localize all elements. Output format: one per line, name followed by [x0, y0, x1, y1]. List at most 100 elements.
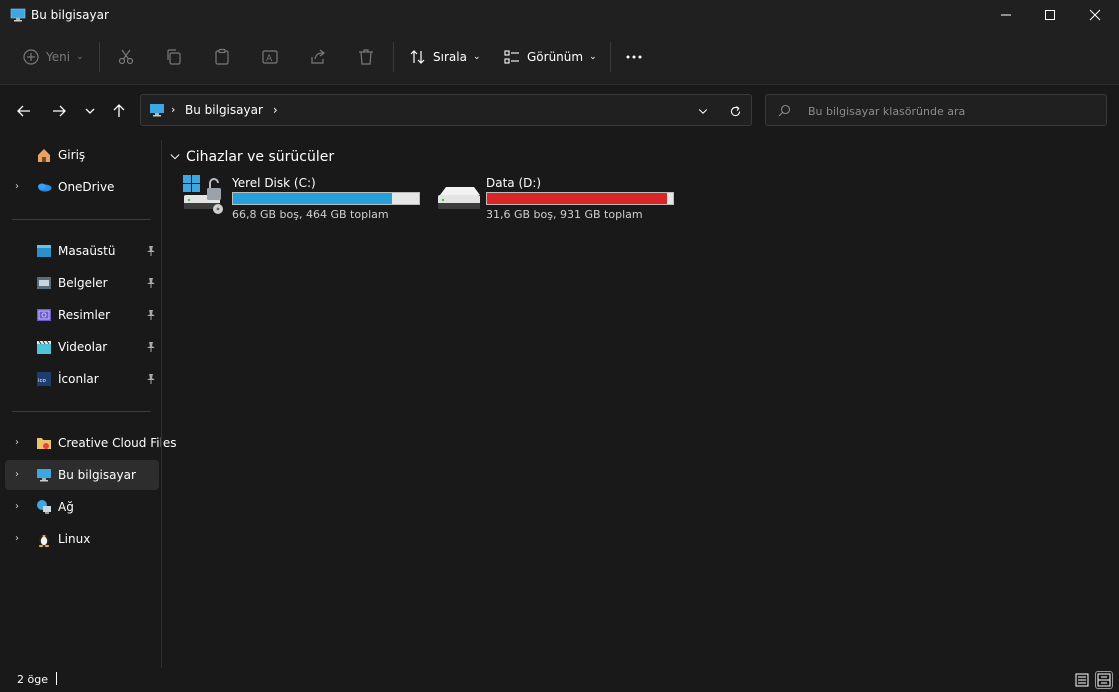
share-icon [311, 49, 325, 64]
chevron-down-icon: ⌄ [589, 52, 597, 62]
status-separator [56, 672, 57, 685]
minimize-button[interactable] [983, 0, 1029, 30]
onedrive-icon [38, 183, 52, 192]
main-content: Cihazlar ve sürücüler Yerel Disk (C:) 66… [162, 137, 1119, 667]
search-input[interactable] [806, 101, 1100, 121]
toolbar-separator [393, 42, 394, 72]
paste-icon [215, 48, 229, 65]
sort-label: Sırala [433, 50, 467, 64]
sidebar-item-videos[interactable]: Videolar [5, 332, 159, 362]
recent-locations-button[interactable] [78, 100, 102, 122]
drive-space-info: 31,6 GB boş, 931 GB toplam [486, 208, 643, 221]
hard-drive-icon [438, 187, 480, 209]
maximize-icon [1045, 10, 1055, 20]
this-pc-icon [37, 469, 51, 482]
chevron-right-icon[interactable]: › [15, 181, 25, 193]
sidebar-item-creative-cloud[interactable]: › Creative Cloud Files [5, 428, 177, 458]
breadcrumb-chevron-icon[interactable]: › [171, 103, 175, 116]
tiles-view-button[interactable] [1095, 671, 1113, 689]
chevron-down-icon: ⌄ [76, 52, 84, 62]
toolbar-separator [99, 42, 100, 72]
forward-button[interactable] [47, 100, 71, 122]
sidebar-item-this-pc[interactable]: › Bu bilgisayar [5, 460, 159, 490]
search-box[interactable] [765, 94, 1107, 126]
drive-item[interactable]: Yerel Disk (C:) 66,8 GB boş, 464 GB topl… [182, 175, 432, 225]
sidebar-divider [12, 411, 151, 412]
breadcrumb-segment[interactable]: Bu bilgisayar [185, 103, 263, 117]
refresh-button[interactable] [725, 101, 745, 121]
sidebar-item-label: Creative Cloud Files [58, 436, 177, 450]
refresh-icon [730, 105, 740, 116]
sort-button[interactable]: Sırala ⌄ [409, 39, 480, 75]
chevron-down-icon [85, 108, 95, 114]
drive-item[interactable]: Data (D:) 31,6 GB boş, 931 GB toplam [436, 175, 686, 225]
sidebar-item-iconlar[interactable]: ico İconlar [5, 364, 159, 394]
address-bar[interactable]: › Bu bilgisayar › [140, 94, 752, 126]
chevron-right-icon[interactable]: › [15, 533, 25, 545]
chevron-right-icon[interactable]: › [15, 469, 25, 481]
sort-icon [410, 50, 425, 64]
arrow-right-icon [53, 105, 66, 117]
address-history-button[interactable] [693, 101, 713, 121]
new-button[interactable]: Yeni ⌄ [22, 39, 84, 75]
drive-name: Data (D:) [486, 176, 542, 190]
view-button[interactable]: Görünüm ⌄ [503, 39, 597, 75]
plus-circle-icon [23, 49, 39, 65]
status-bar: 2 öge [0, 668, 1119, 692]
view-label: Görünüm [527, 50, 584, 64]
pin-icon[interactable] [145, 277, 157, 289]
breadcrumb: Bu bilgisayar › [185, 103, 278, 117]
back-button[interactable] [12, 100, 36, 122]
sidebar-item-home[interactable]: Giriş [5, 140, 159, 170]
pin-icon[interactable] [145, 373, 157, 385]
creative-cloud-icon [37, 438, 51, 449]
delete-button[interactable] [357, 39, 375, 75]
sidebar-item-linux[interactable]: › Linux [5, 524, 159, 554]
share-button[interactable] [309, 39, 327, 75]
copy-button[interactable] [165, 39, 183, 75]
pin-icon[interactable] [145, 245, 157, 257]
details-view-icon [1075, 673, 1089, 687]
pin-icon[interactable] [145, 341, 157, 353]
sidebar-item-label: Masaüstü [58, 244, 116, 258]
cut-icon [118, 49, 134, 65]
up-button[interactable] [107, 100, 131, 122]
sidebar-item-network[interactable]: › Ağ [5, 492, 159, 522]
new-label: Yeni [46, 50, 71, 64]
sidebar-item-label: Belgeler [58, 276, 108, 290]
drive-usage-fill [487, 193, 667, 204]
rename-icon: A [262, 50, 278, 64]
sidebar-item-label: Bu bilgisayar [58, 468, 136, 482]
desktop-icon [37, 245, 51, 257]
chevron-down-icon [698, 109, 708, 114]
view-icon [504, 50, 519, 64]
group-header[interactable]: Cihazlar ve sürücüler [170, 149, 334, 165]
command-bar: Yeni ⌄ A Sırala ⌄ Görünüm ⌄ [0, 30, 1119, 85]
close-icon [1089, 9, 1101, 21]
sidebar-item-onedrive[interactable]: › OneDrive [5, 172, 159, 202]
copy-icon [167, 49, 181, 65]
sidebar-item-label: Linux [58, 532, 91, 546]
cut-button[interactable] [117, 39, 135, 75]
pin-icon[interactable] [145, 309, 157, 321]
svg-text:A: A [266, 54, 273, 64]
sidebar-item-pictures[interactable]: Resimler [5, 300, 159, 330]
sidebar-item-desktop[interactable]: Masaüstü [5, 236, 159, 266]
toolbar-separator [610, 42, 611, 72]
chevron-right-icon[interactable]: › [15, 501, 25, 513]
close-button[interactable] [1072, 0, 1118, 30]
chevron-right-icon[interactable]: › [15, 437, 25, 449]
maximize-button[interactable] [1027, 0, 1073, 30]
sidebar-item-label: Videolar [58, 340, 108, 354]
more-options-button[interactable] [625, 39, 643, 75]
breadcrumb-chevron-icon[interactable]: › [273, 103, 278, 117]
rename-button[interactable]: A [261, 39, 279, 75]
details-view-button[interactable] [1073, 671, 1091, 689]
sidebar-item-documents[interactable]: Belgeler [5, 268, 159, 298]
search-icon [778, 104, 791, 117]
item-count: 2 öge [17, 673, 48, 686]
title-bar: Bu bilgisayar [0, 0, 1119, 30]
this-pc-icon [150, 104, 164, 117]
paste-button[interactable] [213, 39, 231, 75]
drive-usage-fill [233, 193, 393, 204]
